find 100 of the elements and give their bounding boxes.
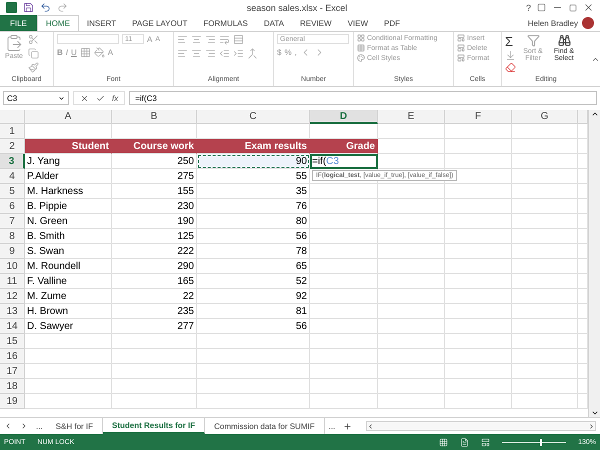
- column-header[interactable]: A: [25, 110, 112, 124]
- vertical-scrollbar[interactable]: [588, 110, 600, 417]
- row-header[interactable]: 16: [0, 349, 25, 364]
- scroll-right-icon[interactable]: [588, 422, 595, 430]
- row-header[interactable]: 14: [0, 319, 25, 334]
- maximize-icon[interactable]: [569, 4, 577, 12]
- table-cell: 155: [112, 184, 197, 199]
- table-cell: J. Yang: [25, 154, 112, 169]
- page-break-icon[interactable]: [481, 438, 490, 446]
- more-sheets-button[interactable]: ...: [324, 418, 340, 434]
- table-cell: 52: [197, 274, 310, 289]
- normal-view-icon[interactable]: [439, 438, 448, 446]
- ribbon-tab[interactable]: HOME: [36, 15, 79, 31]
- column-header[interactable]: D: [310, 110, 378, 124]
- redo-icon[interactable]: [57, 2, 68, 13]
- scroll-down-icon[interactable]: [590, 409, 598, 417]
- empty-cell: [512, 184, 578, 199]
- row-header[interactable]: 19: [0, 394, 25, 409]
- empty-cell: [310, 214, 378, 229]
- empty-cell: [512, 364, 578, 379]
- ribbon-tab[interactable]: FORMULAS: [195, 15, 256, 31]
- row-header[interactable]: 10: [0, 259, 25, 274]
- ribbon-tab[interactable]: DATA: [256, 15, 292, 31]
- close-icon[interactable]: [583, 2, 594, 13]
- ribbon-tab[interactable]: VIEW: [340, 15, 376, 31]
- row-header[interactable]: 18: [0, 379, 25, 394]
- filter-icon: [526, 34, 540, 47]
- row-header[interactable]: 1: [0, 124, 25, 139]
- insert-function-button[interactable]: fx: [112, 94, 118, 102]
- empty-cell: [445, 259, 512, 274]
- table-cell: M. Harkness: [25, 184, 112, 199]
- row-header[interactable]: 3: [0, 154, 25, 169]
- ribbon-tab[interactable]: REVIEW: [292, 15, 340, 31]
- empty-cell: [378, 364, 445, 379]
- name-box[interactable]: C3: [3, 91, 69, 105]
- empty-cell: [445, 379, 512, 394]
- empty-cell: [310, 199, 378, 214]
- active-cell-editor[interactable]: =if(C3: [310, 154, 378, 169]
- empty-cell: [310, 364, 378, 379]
- table-cell: 235: [112, 304, 197, 319]
- table-cell: 277: [112, 319, 197, 334]
- save-icon[interactable]: [23, 2, 34, 13]
- row-header[interactable]: 15: [0, 334, 25, 349]
- ribbon-display-icon[interactable]: [537, 3, 546, 12]
- ribbon-tab[interactable]: PAGE LAYOUT: [124, 15, 196, 31]
- horizontal-scrollbar[interactable]: [366, 421, 596, 431]
- scroll-left-icon[interactable]: [367, 422, 374, 430]
- enter-icon[interactable]: [96, 94, 105, 102]
- cancel-icon[interactable]: [80, 94, 89, 102]
- page-layout-icon[interactable]: [460, 438, 470, 446]
- sheet-tab[interactable]: Student Results for IF: [103, 418, 206, 434]
- more-sheets-button[interactable]: ...: [32, 418, 47, 434]
- column-header[interactable]: C: [197, 110, 310, 124]
- row-header[interactable]: 12: [0, 289, 25, 304]
- row-header[interactable]: 5: [0, 184, 25, 199]
- referenced-cell: 90: [197, 154, 310, 169]
- empty-cell: [378, 214, 445, 229]
- ribbon-tab[interactable]: PDF: [376, 15, 408, 31]
- formula-input[interactable]: =if(C3: [129, 91, 597, 105]
- table-cell: D. Sawyer: [25, 319, 112, 334]
- table-cell: H. Brown: [25, 304, 112, 319]
- cells-icon: [457, 54, 465, 62]
- row-header[interactable]: 13: [0, 304, 25, 319]
- user-name[interactable]: Helen Bradley: [528, 15, 578, 31]
- table-icon: [357, 44, 365, 52]
- help-button[interactable]: ?: [526, 2, 531, 12]
- empty-cell: [310, 319, 378, 334]
- row-header[interactable]: 7: [0, 214, 25, 229]
- empty-cell: [310, 289, 378, 304]
- row-header[interactable]: 11: [0, 274, 25, 289]
- header-cell: Exam results: [197, 139, 310, 154]
- ribbon-tab[interactable]: INSERT: [78, 15, 124, 31]
- empty-cell: [378, 304, 445, 319]
- table-cell: 222: [112, 244, 197, 259]
- undo-icon[interactable]: [40, 2, 51, 13]
- empty-cell: [378, 349, 445, 364]
- empty-cell: [378, 319, 445, 334]
- row-header[interactable]: 4: [0, 169, 25, 184]
- column-header[interactable]: B: [112, 110, 197, 124]
- empty-cell: [445, 139, 512, 154]
- row-header[interactable]: 2: [0, 139, 25, 154]
- zoom-slider-thumb[interactable]: [540, 438, 542, 446]
- scroll-up-icon[interactable]: [590, 110, 598, 118]
- table-cell: 56: [197, 229, 310, 244]
- select-all-corner[interactable]: [0, 110, 25, 124]
- row-header[interactable]: 9: [0, 244, 25, 259]
- empty-cell: [445, 349, 512, 364]
- column-header[interactable]: E: [378, 110, 445, 124]
- ribbon-tab[interactable]: FILE: [0, 15, 37, 31]
- table-cell: P.Alder: [25, 169, 112, 184]
- grid-icon: [357, 34, 365, 42]
- empty-cell: [445, 154, 512, 169]
- row-header[interactable]: 6: [0, 199, 25, 214]
- row-header[interactable]: 17: [0, 364, 25, 379]
- empty-cell: [512, 304, 578, 319]
- empty-cell: [378, 199, 445, 214]
- row-header[interactable]: 8: [0, 229, 25, 244]
- empty-cell: [310, 379, 378, 394]
- column-header[interactable]: F: [445, 110, 512, 124]
- column-header[interactable]: G: [512, 110, 578, 124]
